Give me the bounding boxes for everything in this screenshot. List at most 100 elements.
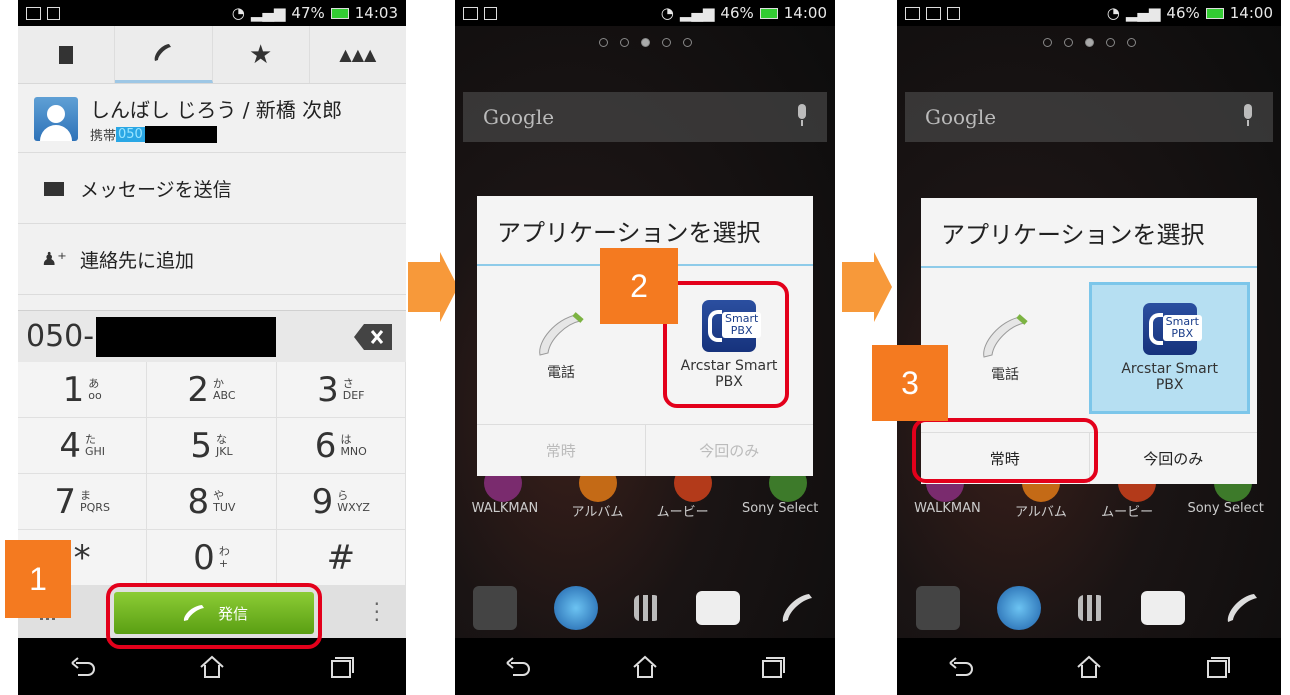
add-contact-item[interactable]: ♟⁺ 連絡先に追加: [18, 225, 406, 295]
app-label-movie: ムービー: [656, 505, 709, 520]
browser-icon[interactable]: [996, 586, 1041, 630]
send-message-item[interactable]: メッセージを送信: [18, 154, 406, 224]
app-labels-row: WALKMAN アルバム ムービー Sony Select: [455, 501, 835, 520]
key-7[interactable]: 7 ま PQRS: [18, 474, 148, 530]
groups-icon: ▲▲▲: [339, 45, 377, 64]
key-5[interactable]: 5 な JKL: [147, 418, 277, 474]
wifi-icon: ◔: [660, 4, 674, 22]
add-contact-label: 連絡先に追加: [80, 250, 195, 272]
app-drawer-icon[interactable]: [1077, 595, 1104, 621]
page-indicator: [897, 38, 1281, 47]
key-hash[interactable]: #: [276, 530, 406, 586]
app-drawer-icon[interactable]: [633, 595, 660, 621]
battery-icon: [759, 7, 778, 19]
back-icon[interactable]: [503, 653, 533, 681]
app-label-album: アルバム: [571, 505, 624, 520]
recent-apps-icon[interactable]: [757, 653, 787, 681]
phone-app-icon: [539, 312, 584, 356]
step-badge-1: 1: [5, 540, 71, 618]
battery-percent: 46%: [720, 4, 754, 22]
battery-icon: [330, 7, 349, 19]
number-display: 050-: [18, 310, 406, 362]
contact-match[interactable]: しんばし じろう / 新橋 次郎 携帯 050: [18, 85, 406, 153]
add-contact-icon: ♟⁺: [41, 249, 67, 270]
number-type-label: 携帯: [90, 128, 117, 144]
checkbox-notification-icon: [484, 6, 497, 20]
message-icon: [40, 181, 68, 196]
home-icon[interactable]: [197, 653, 227, 681]
app-label-sony-select: Sony Select: [1187, 501, 1264, 516]
page-indicator: [455, 38, 835, 47]
overflow-menu-icon[interactable]: · · ·: [374, 594, 380, 630]
contacts-icon: [59, 45, 74, 64]
tab-phone[interactable]: [115, 26, 213, 83]
option-arcstar-smart-pbx-selected[interactable]: Smart PBX Arcstar Smart PBX: [1089, 282, 1251, 414]
email-icon[interactable]: [696, 591, 741, 625]
chooser-screen-2: ◔ ▂▄▆ 46% 14:00 Google WALKMAN アルバム ムービー…: [897, 0, 1281, 695]
phone-icon[interactable]: [1222, 588, 1262, 628]
key-9[interactable]: 9 ら WXYZ: [276, 474, 406, 530]
key-1[interactable]: 1 あ oo: [18, 362, 148, 418]
key-3[interactable]: 3 さ DEF: [276, 362, 406, 418]
star-icon: ★: [248, 39, 273, 70]
phone-icon: [155, 44, 172, 61]
step-arrow-icon: [408, 252, 458, 322]
avatar: [34, 96, 78, 141]
clock: 14:00: [1229, 4, 1273, 22]
folder-icon[interactable]: [915, 586, 960, 630]
home-icon[interactable]: [630, 653, 660, 681]
key-0[interactable]: 0 わ +: [147, 530, 277, 586]
signal-icon: ▂▄▆: [250, 4, 286, 22]
recent-apps-icon[interactable]: [326, 653, 356, 681]
browser-icon[interactable]: [553, 586, 598, 630]
notification-icon: [926, 6, 941, 20]
back-icon[interactable]: [946, 653, 976, 681]
just-once-button[interactable]: 今回のみ: [1090, 433, 1258, 484]
backspace-icon[interactable]: [354, 324, 392, 350]
redacted-dialed-number: [96, 316, 277, 357]
checkbox-notification-icon: [947, 6, 960, 20]
always-button[interactable]: 常時: [477, 425, 646, 476]
recent-apps-icon[interactable]: [1202, 653, 1232, 681]
signal-icon: ▂▄▆: [1125, 4, 1161, 22]
dialog-buttons: 常時 今回のみ: [477, 424, 813, 476]
key-8[interactable]: 8 や TUV: [147, 474, 277, 530]
folder-icon[interactable]: [473, 586, 518, 630]
tab-favorites[interactable]: ★: [213, 26, 310, 83]
dock: [897, 580, 1281, 636]
dialed-number: 050-: [26, 319, 95, 354]
dialer-tabs: ★ ▲▲▲: [18, 26, 406, 84]
step-badge-2: 2: [600, 248, 678, 324]
phone-app-icon: [983, 314, 1028, 358]
mic-icon[interactable]: [1241, 104, 1255, 128]
home-icon[interactable]: [1074, 653, 1104, 681]
phone-icon[interactable]: [777, 588, 817, 628]
keypad: 1 あ oo 2 か ABC 3 さ DEF 4 た GHI 5 な JKL 6 は MNO 7 ま PQR…: [18, 362, 406, 586]
arcstar-smart-pbx-icon: Smart PBX: [1142, 303, 1202, 355]
key-4[interactable]: 4 た GHI: [18, 418, 148, 474]
battery-percent: 47%: [291, 4, 325, 22]
dock: [455, 580, 835, 636]
wifi-icon: ◔: [1106, 4, 1120, 22]
notification-icon: [26, 6, 41, 20]
google-search-bar[interactable]: Google: [905, 92, 1273, 142]
step-arrow-icon: [842, 252, 892, 322]
app-label-walkman: WALKMAN: [914, 501, 981, 516]
nav-bar: [455, 638, 835, 695]
notification-icon: [463, 6, 478, 20]
send-message-label: メッセージを送信: [80, 179, 232, 201]
just-once-button[interactable]: 今回のみ: [646, 425, 814, 476]
key-6[interactable]: 6 は MNO: [276, 418, 406, 474]
key-2[interactable]: 2 か ABC: [147, 362, 277, 418]
tab-contacts[interactable]: [18, 26, 116, 83]
step-badge-3: 3: [872, 345, 948, 421]
mic-icon[interactable]: [795, 104, 809, 128]
back-icon[interactable]: [68, 653, 98, 681]
app-labels-row: WALKMAN アルバム ムービー Sony Select: [897, 501, 1281, 520]
option-pbx-label-line1: Arcstar Smart: [1121, 361, 1218, 377]
checkbox-notification-icon: [47, 6, 60, 20]
email-icon[interactable]: [1141, 591, 1186, 625]
google-search-bar[interactable]: Google: [463, 92, 827, 142]
clock: 14:00: [783, 4, 827, 22]
tab-groups[interactable]: ▲▲▲: [310, 26, 406, 83]
